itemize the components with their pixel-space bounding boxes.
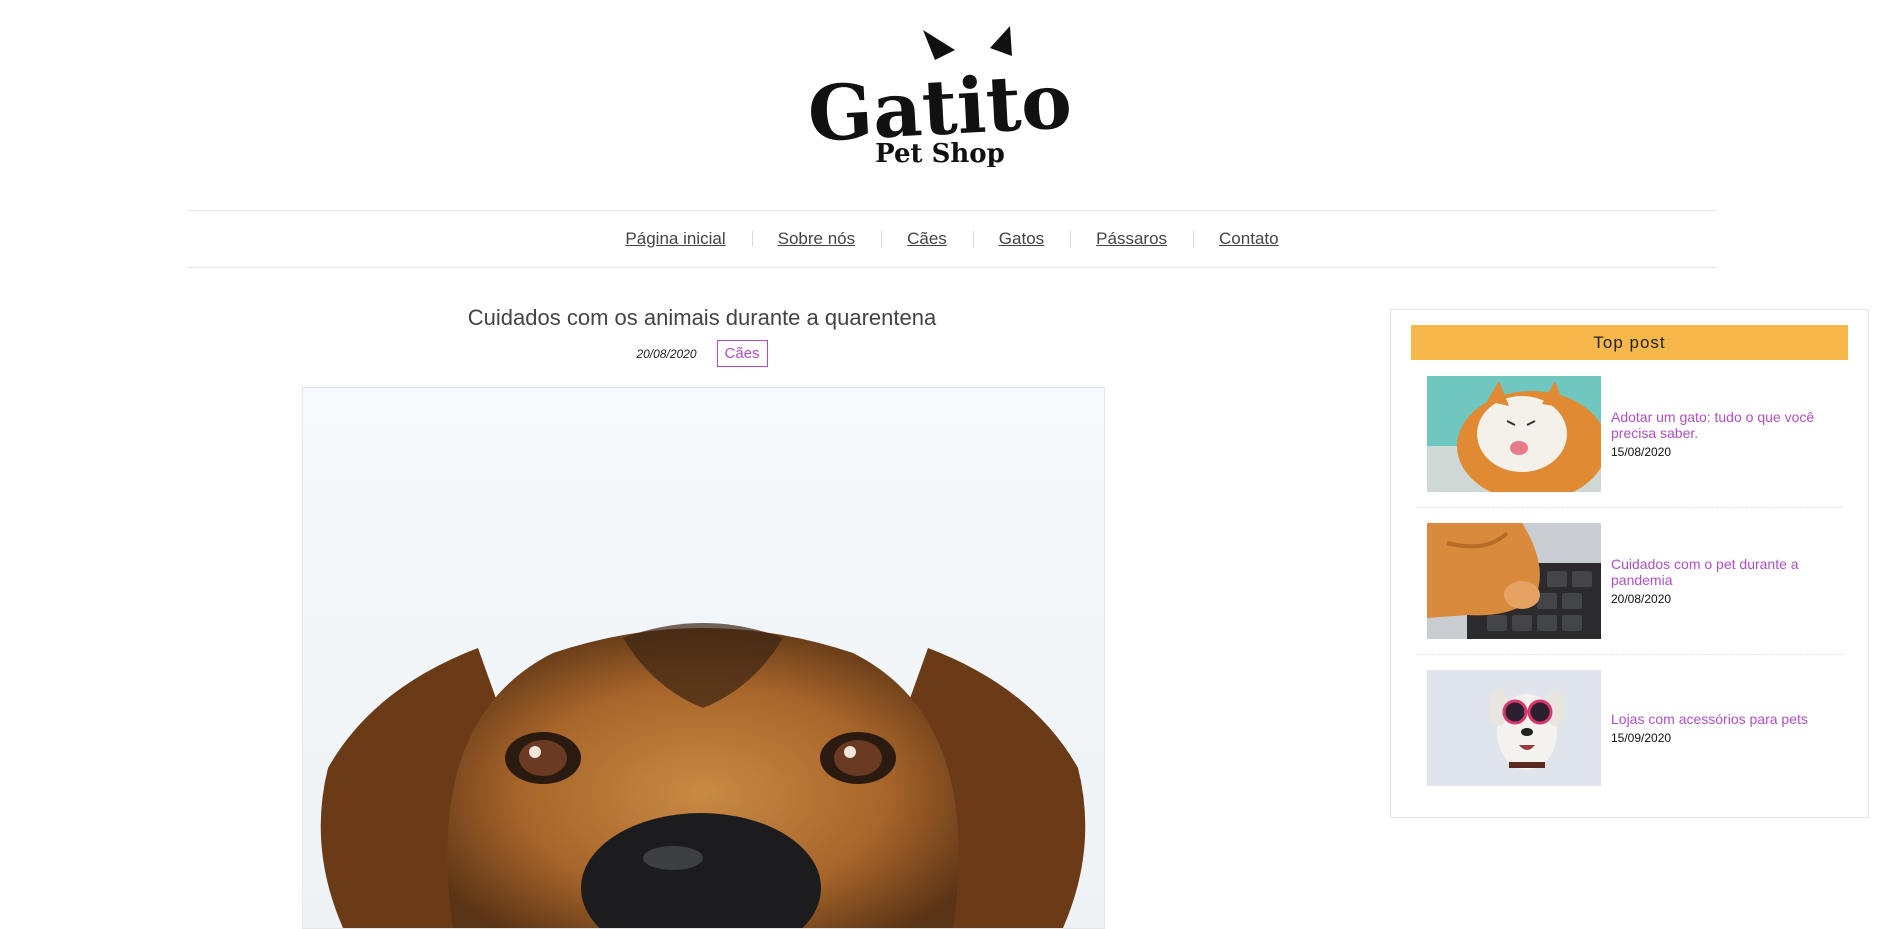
top-post-info: Adotar um gato: tudo o que você precisa … [1611,409,1831,459]
top-post-title[interactable]: Cuidados com o pet durante a pandemia [1611,556,1831,588]
cat-photo [1427,376,1601,492]
nav-item-birds[interactable]: Pássaros [1070,229,1193,249]
nav-item-dogs[interactable]: Cães [881,229,973,249]
top-posts-sidebar: Top post Adotar um gato: tudo o que você… [1390,309,1869,818]
nav-item-cats[interactable]: Gatos [972,229,1070,249]
divider [1417,507,1843,508]
logo-tagline: Pet Shop [875,139,1005,167]
divider [1417,654,1843,655]
top-post-item[interactable]: Cuidados com o pet durante a pandemia 20… [1427,523,1857,639]
top-post-title[interactable]: Lojas com acessórios para pets [1611,711,1831,727]
post-hero-image [302,387,1105,929]
post-date: 20/08/2020 [636,346,697,361]
top-post-title[interactable]: Adotar um gato: tudo o que você precisa … [1611,409,1831,441]
top-post-thumbnail[interactable] [1427,523,1601,639]
top-post-item[interactable]: Lojas com acessórios para pets 15/09/202… [1427,670,1857,786]
post-title: Cuidados com os animais durante a quaren… [467,305,937,330]
nav-item-contact[interactable]: Contato [1193,229,1305,249]
dog-photo [303,388,1104,928]
top-post-thumbnail[interactable] [1427,376,1601,492]
nav-item-about[interactable]: Sobre nós [751,229,882,249]
top-post-info: Lojas com acessórios para pets 15/09/202… [1611,711,1831,745]
sidebar-title: Top post [1411,325,1848,360]
post-category-tag[interactable]: Cães [716,340,768,367]
top-post-date: 15/08/2020 [1611,445,1672,459]
top-post-item[interactable]: Adotar um gato: tudo o que você precisa … [1427,376,1857,492]
post-meta: 20/08/2020 Cães [300,340,1104,367]
top-post-info: Cuidados com o pet durante a pandemia 20… [1611,556,1831,606]
top-post-date: 20/08/2020 [1611,592,1672,606]
site-logo[interactable]: Gatito Pet Shop [790,22,1090,167]
main-nav: Página inicial Sobre nós Cães Gatos Páss… [187,210,1717,268]
nav-item-home[interactable]: Página inicial [599,229,751,249]
cat-paw-keyboard-photo [1427,523,1601,639]
dog-sunglasses-photo [1427,670,1601,786]
gatito-logo-image: Gatito Pet Shop [806,26,1074,167]
top-post-date: 15/09/2020 [1611,731,1672,745]
top-post-thumbnail[interactable] [1427,670,1601,786]
